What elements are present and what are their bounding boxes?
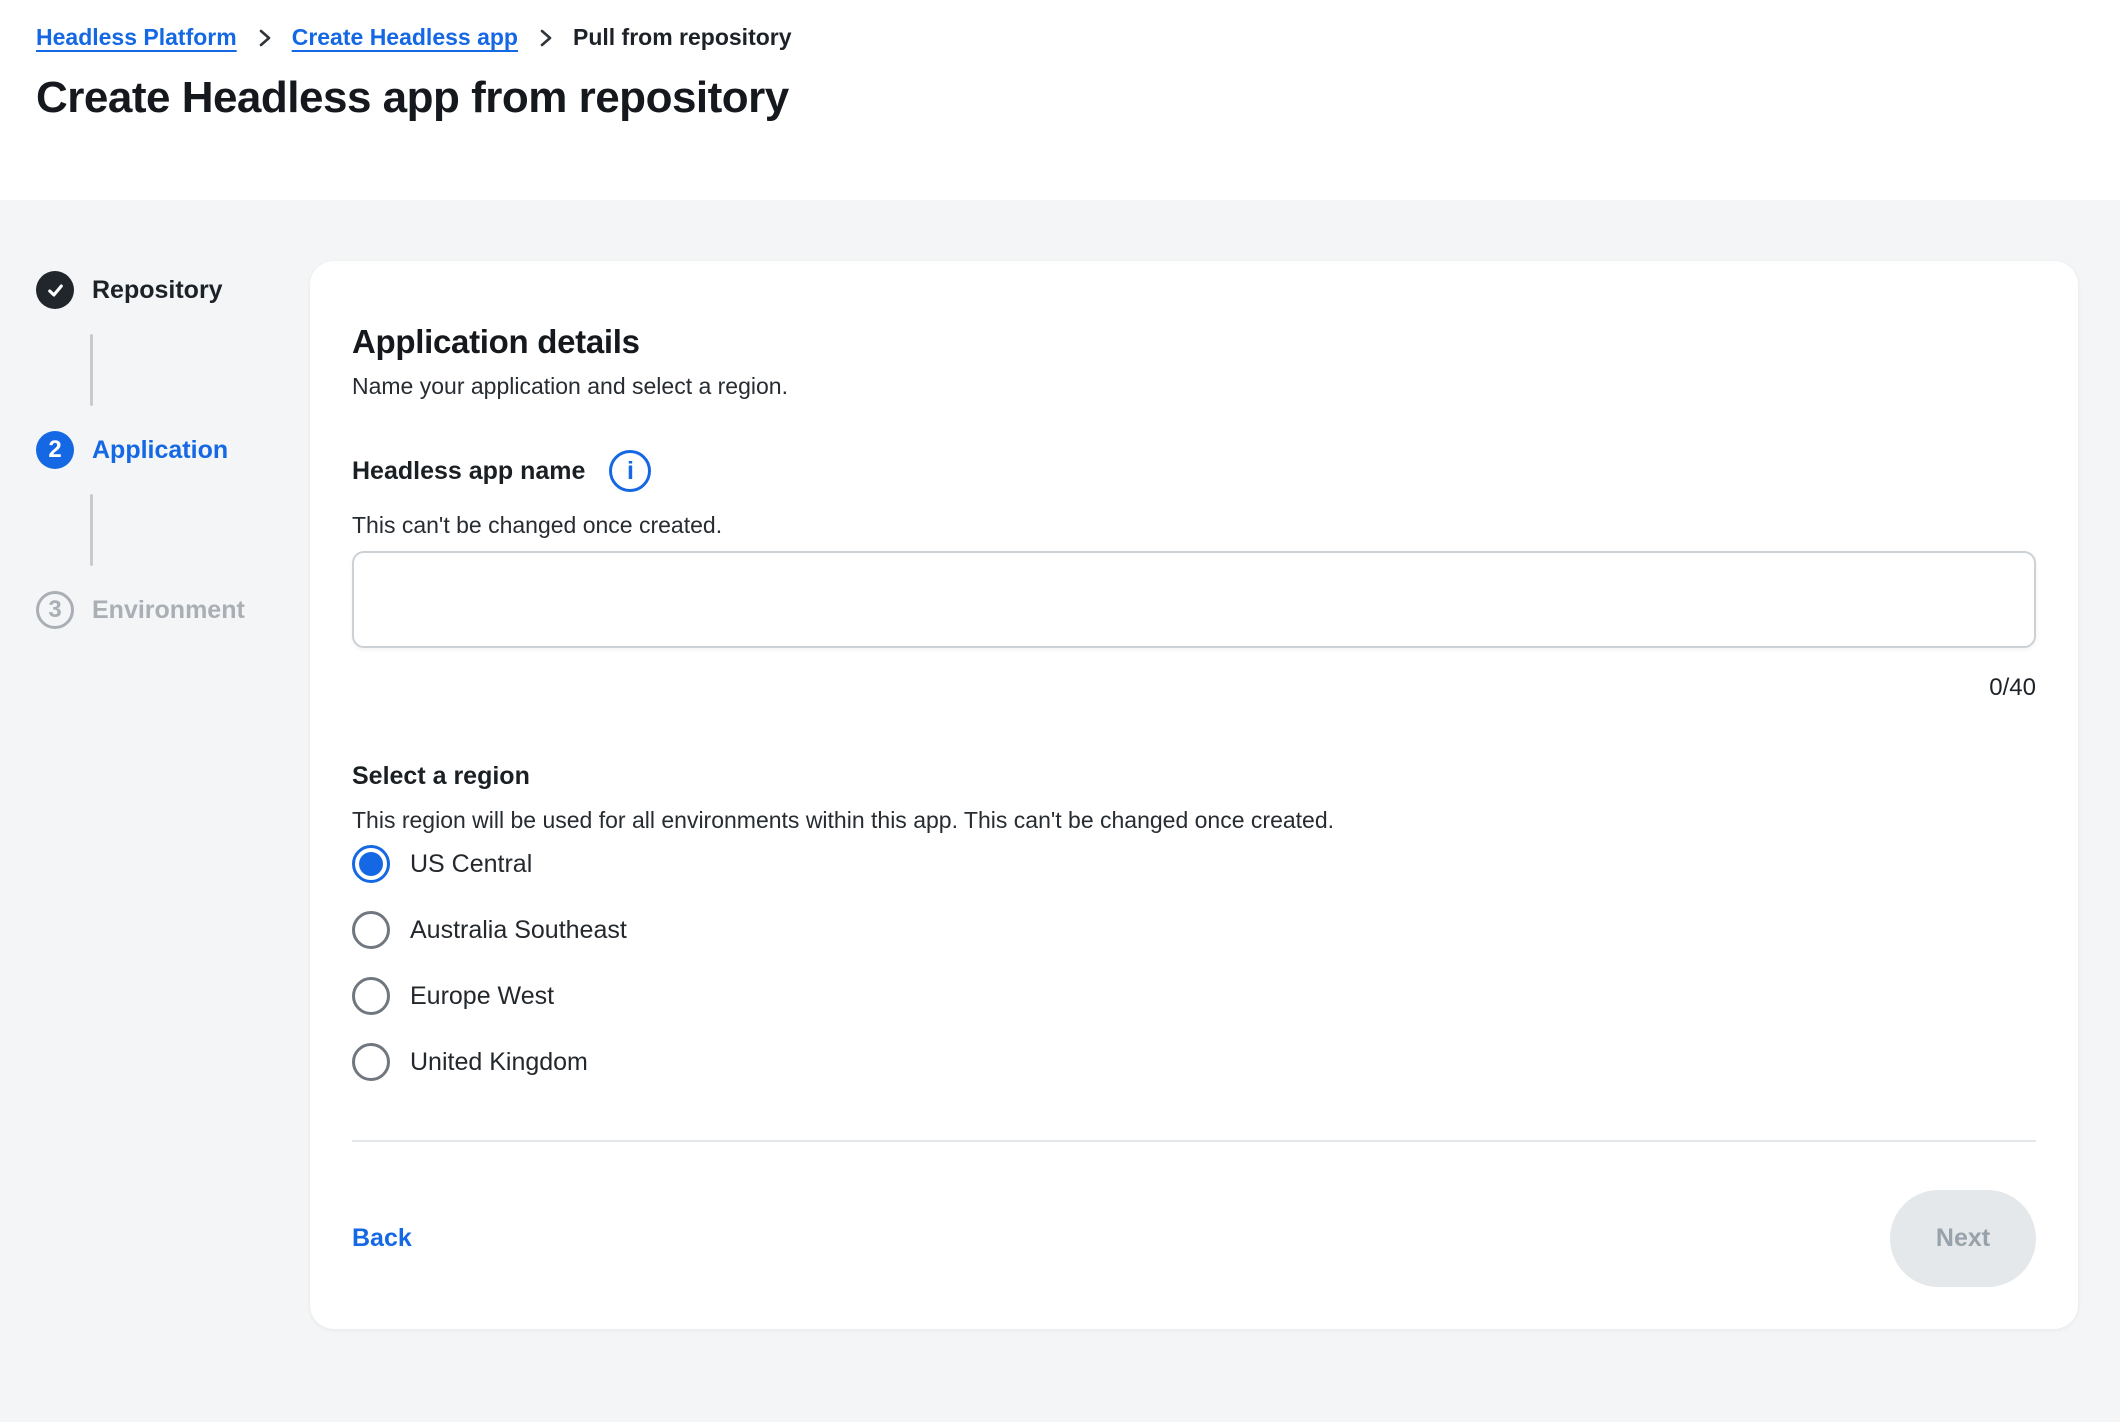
radio-selected-icon [352,845,390,883]
breadcrumb-current: Pull from repository [573,24,792,51]
stepper-step-repository[interactable]: Repository [36,262,310,318]
breadcrumb-link-headless-platform[interactable]: Headless Platform [36,24,237,51]
radio-label: US Central [410,850,532,879]
breadcrumb: Headless Platform Create Headless app Pu… [36,24,2084,51]
radio-option-us-central[interactable]: US Central [352,842,532,886]
page: Headless Platform Create Headless app Pu… [0,0,2120,1368]
radio-unselected-icon [352,1043,390,1081]
radio-option-australia-southeast[interactable]: Australia Southeast [352,908,627,952]
check-icon [36,271,74,309]
info-icon[interactable]: i [609,450,651,492]
page-body: Repository 2 Application 3 Environment A… [0,200,2120,1368]
radio-label: Europe West [410,982,554,1011]
app-name-label: Headless app name [352,457,585,486]
stepper-step-application[interactable]: 2 Application [36,422,310,478]
radio-option-united-kingdom[interactable]: United Kingdom [352,1040,588,1084]
step-label: Repository [92,276,223,305]
page-title: Create Headless app from repository [36,75,2084,121]
chevron-right-icon [538,26,553,50]
page-header: Headless Platform Create Headless app Pu… [0,0,2120,200]
step-label: Application [92,436,228,465]
app-name-input[interactable] [352,551,2036,648]
stepper-step-environment: 3 Environment [36,582,310,638]
radio-unselected-icon [352,911,390,949]
card-subtitle: Name your application and select a regio… [352,373,2036,400]
char-counter: 0/40 [352,674,2036,702]
stepper-connector [90,494,93,566]
radio-label: Australia Southeast [410,916,627,945]
app-name-label-row: Headless app name i [352,450,2036,492]
chevron-right-icon [257,26,272,50]
next-button[interactable]: Next [1890,1190,2036,1287]
step-label: Environment [92,596,245,625]
radio-unselected-icon [352,977,390,1015]
breadcrumb-link-create-headless-app[interactable]: Create Headless app [292,24,518,51]
radio-option-europe-west[interactable]: Europe West [352,974,554,1018]
application-details-card: Application details Name your applicatio… [310,261,2078,1329]
region-label: Select a region [352,762,2036,791]
step-number-badge: 2 [36,431,74,469]
back-link[interactable]: Back [352,1224,412,1253]
stepper-connector [90,334,93,406]
radio-label: United Kingdom [410,1048,588,1077]
step-number-badge: 3 [36,591,74,629]
card-title: Application details [352,323,2036,361]
region-description: This region will be used for all environ… [352,807,2036,834]
wizard-stepper: Repository 2 Application 3 Environment [0,200,310,638]
app-name-helper: This can't be changed once created. [352,512,2036,539]
card-footer: Back Next [352,1190,2036,1287]
footer-divider [352,1140,2036,1142]
